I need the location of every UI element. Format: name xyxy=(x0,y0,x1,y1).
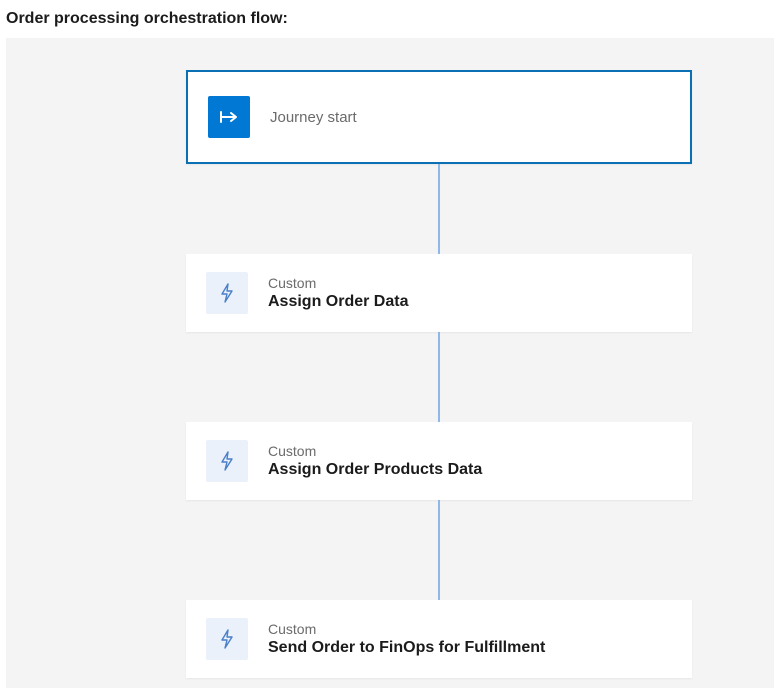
lightning-icon xyxy=(206,618,248,660)
flow-node-start[interactable]: Journey start xyxy=(186,70,692,164)
lightning-icon xyxy=(206,272,248,314)
flow-column: Journey start Custom Assign Order Data xyxy=(186,70,692,678)
flow-connector xyxy=(438,500,440,600)
flow-node-title: Send Order to FinOps for Fulfillment xyxy=(268,639,545,657)
page-title: Order processing orchestration flow: xyxy=(0,0,778,38)
flow-node-title: Assign Order Products Data xyxy=(268,461,482,479)
flow-node-text: Custom Send Order to FinOps for Fulfillm… xyxy=(268,621,545,657)
flow-node-title: Journey start xyxy=(270,109,357,126)
flow-node-text: Journey start xyxy=(270,109,357,126)
flow-node-text: Custom Assign Order Products Data xyxy=(268,443,482,479)
flow-node-kind: Custom xyxy=(268,443,482,459)
flow-connector xyxy=(438,164,440,254)
lightning-icon xyxy=(206,440,248,482)
journey-start-icon xyxy=(208,96,250,138)
flow-node-kind: Custom xyxy=(268,621,545,637)
flow-node-title: Assign Order Data xyxy=(268,293,408,311)
flow-node-send-order-finops[interactable]: Custom Send Order to FinOps for Fulfillm… xyxy=(186,600,692,678)
flow-node-text: Custom Assign Order Data xyxy=(268,275,408,311)
flow-node-assign-order-data[interactable]: Custom Assign Order Data xyxy=(186,254,692,332)
flow-node-assign-order-products-data[interactable]: Custom Assign Order Products Data xyxy=(186,422,692,500)
flow-node-kind: Custom xyxy=(268,275,408,291)
flow-canvas: Journey start Custom Assign Order Data xyxy=(6,38,774,688)
flow-connector xyxy=(438,332,440,422)
